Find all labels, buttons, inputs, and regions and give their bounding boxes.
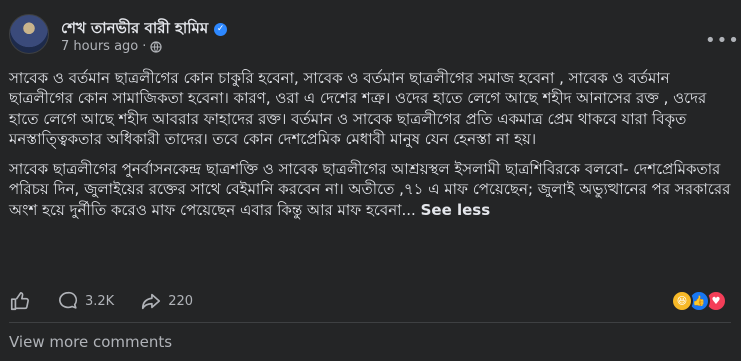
post-body: সাবেক ও বর্তমান ছাত্রলীগের কোন চাকুরি হব… <box>9 68 731 220</box>
author-avatar[interactable] <box>9 14 49 54</box>
action-bar: 3.2K 220 <box>9 288 731 314</box>
view-more-comments-link[interactable]: View more comments <box>9 333 172 351</box>
globe-icon <box>150 40 163 53</box>
reaction-summary[interactable]: 😆 👍 ♥ <box>671 290 727 312</box>
post-paragraph-2-text: সাবেক ছাত্রলীগের পুনর্বাসনকেন্দ্র ছাত্রশ… <box>9 160 731 219</box>
thumbs-up-icon <box>10 292 29 311</box>
more-options-icon[interactable]: ••• <box>705 32 739 50</box>
post-header: শেখ তানভীর বারী হামিম ✓ 7 hours ago · ••… <box>9 14 739 64</box>
share-button[interactable]: 220 <box>140 290 193 312</box>
post-meta: 7 hours ago · <box>61 39 163 54</box>
facebook-post: শেখ তানভীর বারী হামিম ✓ 7 hours ago · ••… <box>0 0 741 361</box>
haha-icon: 😆 <box>671 290 693 312</box>
share-count: 220 <box>168 293 194 309</box>
post-timestamp[interactable]: 7 hours ago <box>61 39 138 54</box>
comment-button[interactable]: 3.2K <box>57 290 114 312</box>
comment-count: 3.2K <box>85 293 115 309</box>
share-icon <box>142 293 161 310</box>
like-button[interactable] <box>9 290 31 312</box>
meta-separator: · <box>142 39 147 54</box>
post-paragraph-2: সাবেক ছাত্রলীগের পুনর্বাসনকেন্দ্র ছাত্রশ… <box>9 159 731 220</box>
verified-badge-icon: ✓ <box>214 23 228 36</box>
post-paragraph-1: সাবেক ও বর্তমান ছাত্রলীগের কোন চাকুরি হব… <box>9 69 707 148</box>
see-less-link[interactable]: See less <box>421 201 491 219</box>
divider <box>9 322 731 323</box>
comment-icon <box>59 291 78 309</box>
